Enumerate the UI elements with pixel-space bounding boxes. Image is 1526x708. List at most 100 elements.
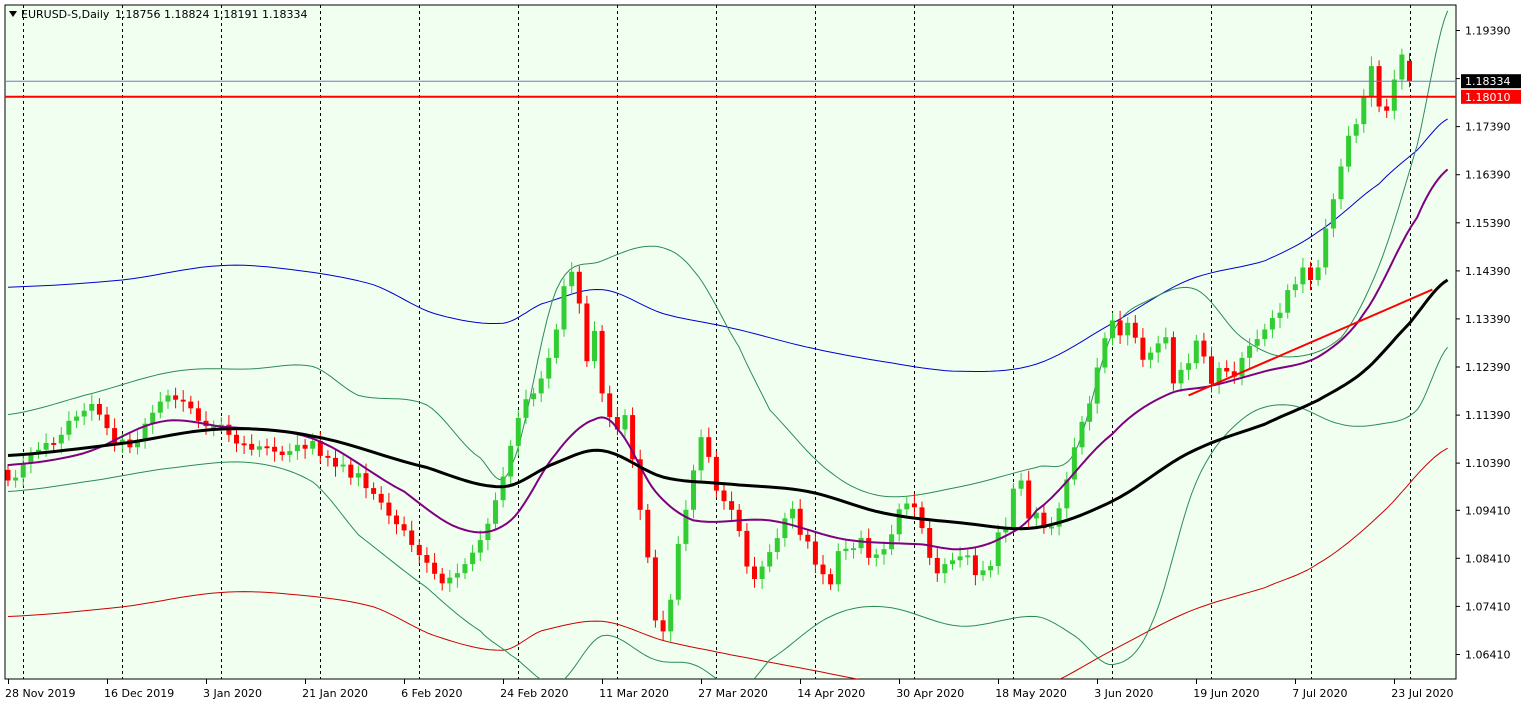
candle-body bbox=[904, 503, 910, 510]
candle-body bbox=[264, 446, 270, 449]
candle-body bbox=[371, 488, 377, 494]
candle-body bbox=[333, 457, 338, 467]
candle-body bbox=[1117, 320, 1123, 336]
y-tick-label: 1.06410 bbox=[1465, 649, 1511, 662]
candle-body bbox=[599, 330, 605, 394]
candle-body bbox=[439, 573, 445, 584]
candle-body bbox=[851, 548, 856, 551]
candle-body bbox=[363, 473, 369, 489]
candle-body bbox=[1026, 480, 1032, 519]
candle-body bbox=[1285, 290, 1291, 313]
candle-180 bbox=[1376, 60, 1382, 113]
candle-84 bbox=[645, 504, 651, 564]
y-tick-label: 1.11390 bbox=[1465, 409, 1511, 422]
candle-body bbox=[873, 554, 879, 558]
current-price-tag-text: 1.18334 bbox=[1465, 75, 1511, 88]
candle-82 bbox=[630, 407, 636, 468]
candle-body bbox=[1125, 322, 1131, 336]
candle-body bbox=[1330, 199, 1336, 229]
candle-body bbox=[1049, 526, 1054, 529]
level-price-tag-text: 1.18010 bbox=[1465, 91, 1511, 104]
candle-body bbox=[1087, 403, 1093, 422]
candle-body bbox=[424, 555, 430, 563]
candle-body bbox=[889, 534, 895, 550]
candle-body bbox=[1094, 367, 1100, 404]
candle-body bbox=[51, 443, 57, 445]
candle-body bbox=[668, 599, 674, 632]
candle-body bbox=[401, 524, 407, 531]
chart-header: EURUSD-S,Daily 1.18756 1.18824 1.18191 1… bbox=[9, 8, 307, 21]
y-tick-label: 1.10390 bbox=[1465, 457, 1511, 470]
candle-body bbox=[790, 508, 796, 519]
candle-88 bbox=[675, 536, 681, 606]
candle-body bbox=[774, 538, 780, 552]
candle-body bbox=[805, 534, 811, 542]
candle-body bbox=[294, 444, 300, 452]
x-tick-label: 3 Jan 2020 bbox=[203, 687, 262, 700]
x-tick-label: 16 Dec 2019 bbox=[104, 687, 174, 700]
y-tick-label: 1.19390 bbox=[1465, 25, 1511, 38]
candle-body bbox=[386, 502, 392, 516]
candle-body bbox=[538, 378, 544, 394]
candle-body bbox=[1376, 66, 1382, 107]
candle-body bbox=[995, 532, 1001, 567]
plot-area[interactable] bbox=[4, 4, 1457, 680]
candle-body bbox=[553, 329, 559, 358]
candle-132 bbox=[1010, 482, 1016, 533]
candle-body bbox=[942, 564, 948, 574]
candle-body bbox=[812, 541, 818, 565]
candle-body bbox=[1338, 166, 1344, 200]
candle-body bbox=[927, 528, 933, 558]
candle-body bbox=[1110, 320, 1115, 339]
candle-body bbox=[515, 418, 521, 446]
candle-body bbox=[1209, 356, 1214, 384]
candle-body bbox=[447, 577, 453, 584]
candle-body bbox=[310, 441, 316, 449]
candle-body bbox=[462, 564, 468, 574]
x-tick-label: 23 Jul 2020 bbox=[1391, 687, 1453, 700]
candle-body bbox=[188, 401, 194, 409]
price-chart[interactable]: 1.193901.183901.173901.163901.153901.143… bbox=[0, 0, 1526, 708]
x-tick-label: 3 Jun 2020 bbox=[1094, 687, 1153, 700]
candle-body bbox=[432, 562, 438, 574]
x-tick-label: 6 Feb 2020 bbox=[401, 687, 462, 700]
candle-72 bbox=[553, 323, 559, 364]
candle-body bbox=[5, 469, 11, 481]
candle-body bbox=[645, 509, 651, 558]
candle-body bbox=[1170, 337, 1176, 384]
candle-body bbox=[1102, 338, 1108, 368]
candle-body bbox=[409, 530, 415, 545]
y-tick-label: 1.13390 bbox=[1465, 313, 1511, 326]
candle-body bbox=[965, 555, 971, 558]
candle-body bbox=[1178, 369, 1184, 384]
candle-body bbox=[972, 555, 978, 576]
candle-body bbox=[691, 470, 696, 510]
candle-body bbox=[782, 518, 788, 539]
candle-body bbox=[1315, 267, 1321, 280]
y-tick-label: 1.12390 bbox=[1465, 361, 1511, 374]
candle-body bbox=[1140, 337, 1146, 360]
candle-body bbox=[660, 620, 666, 632]
candle-body bbox=[302, 444, 308, 449]
candle-body bbox=[797, 508, 803, 535]
candle-body bbox=[416, 544, 422, 555]
candle-body bbox=[58, 434, 64, 444]
candle-body bbox=[881, 549, 887, 555]
candle-body bbox=[1254, 339, 1260, 346]
candle-body bbox=[165, 395, 171, 402]
candle-body bbox=[980, 570, 986, 576]
y-tick-label: 1.09410 bbox=[1465, 504, 1511, 517]
candle-body bbox=[1224, 368, 1230, 372]
candle-body bbox=[1292, 284, 1298, 291]
candle-body bbox=[355, 473, 361, 478]
candle-body bbox=[828, 574, 834, 585]
candle-76 bbox=[584, 295, 590, 367]
candle-body bbox=[546, 357, 552, 379]
candle-body bbox=[1300, 267, 1306, 285]
candle-body bbox=[1391, 79, 1397, 111]
candle-body bbox=[348, 464, 354, 478]
candle-body bbox=[20, 463, 26, 478]
current-price-tag: 1.18334 bbox=[1461, 74, 1521, 89]
x-tick-label: 7 Jul 2020 bbox=[1292, 687, 1347, 700]
y-tick-label: 1.16390 bbox=[1465, 169, 1511, 182]
